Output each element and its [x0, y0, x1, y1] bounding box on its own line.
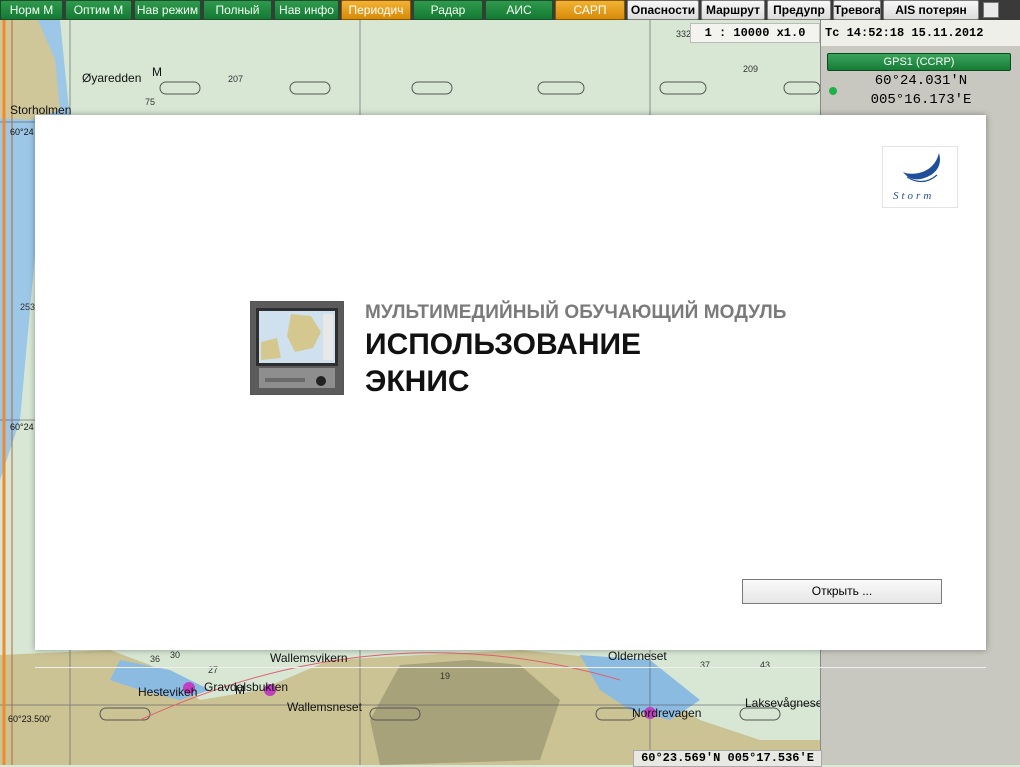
toolbar-button-2[interactable]: Нав режим — [134, 0, 201, 20]
toolbar-button-4[interactable]: Нав инфо — [274, 0, 339, 20]
svg-text:253: 253 — [20, 302, 35, 312]
svg-text:36: 36 — [150, 654, 160, 664]
svg-text:M: M — [235, 683, 245, 697]
dialog-title-line2: ЭКНИС — [365, 365, 470, 398]
toolbar-button-5[interactable]: Периодич — [341, 0, 411, 20]
svg-text:Wallemsneset: Wallemsneset — [287, 700, 363, 714]
svg-text:Laksevågneset: Laksevågneset — [745, 696, 826, 710]
svg-text:Gravdalsbukten: Gravdalsbukten — [204, 680, 288, 694]
toolbar-button-13[interactable]: AIS потерян — [883, 0, 979, 20]
training-module-dialog: Storm МУЛЬТИМЕДИЙНЫЙ ОБУЧАЮЩИЙ МОДУЛЬ ИС… — [35, 115, 986, 650]
toolbar-button-10[interactable]: Маршрут — [701, 0, 765, 20]
svg-text:332: 332 — [676, 29, 691, 39]
svg-text:75: 75 — [145, 97, 155, 107]
svg-text:43: 43 — [760, 660, 770, 670]
svg-text:30: 30 — [170, 650, 180, 660]
svg-text:207: 207 — [228, 74, 243, 84]
ecdis-console-thumbnail — [250, 301, 344, 395]
svg-text:Hestevikeh: Hestevikeh — [138, 685, 197, 699]
svg-text:M: M — [152, 65, 162, 79]
window-restore-icon[interactable] — [983, 2, 999, 18]
toolbar-button-11[interactable]: Предупр — [767, 0, 831, 20]
dialog-shadow-line — [35, 667, 986, 668]
svg-text:Wallemsvikern: Wallemsvikern — [270, 651, 348, 665]
toolbar-button-12[interactable]: Тревога — [833, 0, 881, 20]
chart-scale-readout[interactable]: 1 : 10000 x1.0 — [690, 23, 820, 43]
svg-text:19: 19 — [440, 671, 450, 681]
toolbar-button-7[interactable]: АИС — [485, 0, 553, 20]
toolbar-button-0[interactable]: Норм М — [0, 0, 63, 20]
dialog-subtitle: МУЛЬТИМЕДИЙНЫЙ ОБУЧАЮЩИЙ МОДУЛЬ — [365, 302, 787, 323]
svg-text:60°24: 60°24 — [10, 422, 34, 432]
top-toolbar: Норм М Оптим М Нав режим Полный Нав инфо Пери… — [0, 0, 1020, 20]
svg-text:37: 37 — [700, 660, 710, 670]
storm-logo: Storm — [882, 146, 958, 208]
time-date-readout: Тс 14:52:18 15.11.2012 — [821, 20, 1020, 46]
toolbar-button-1[interactable]: Оптим М — [65, 0, 132, 20]
toolbar-button-3[interactable]: Полный — [203, 0, 272, 20]
svg-text:209: 209 — [743, 64, 758, 74]
longitude-readout: 005°16.173'E — [870, 92, 972, 108]
svg-text:60°23.500': 60°23.500' — [8, 714, 51, 724]
dialog-title-line1: ИСПОЛЬЗОВАНИЕ — [365, 328, 642, 361]
gps-source-button[interactable]: GPS1 (CCRP) — [827, 53, 1011, 71]
open-button[interactable]: Открыть ... — [742, 579, 942, 604]
svg-text:Storm: Storm — [893, 190, 934, 202]
svg-text:60°24: 60°24 — [10, 127, 34, 137]
cursor-coordinate-readout: 60°23.569'N 005°17.536'E — [633, 750, 822, 767]
latitude-readout: 60°24.031'N — [874, 73, 968, 89]
svg-text:Olderneset: Olderneset — [608, 649, 667, 663]
svg-text:Nordrevagen: Nordrevagen — [632, 706, 701, 720]
toolbar-button-8[interactable]: САРП — [555, 0, 625, 20]
toolbar-button-6[interactable]: Радар — [413, 0, 483, 20]
place-oyaredden: Øyaredden — [82, 71, 141, 85]
toolbar-button-9[interactable]: Опасности — [627, 0, 699, 20]
